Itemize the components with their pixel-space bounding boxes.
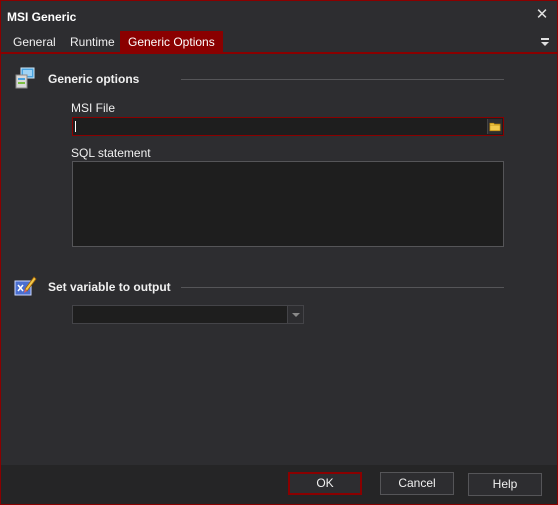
dialog-window: MSI Generic ✕ General Runtime Generic Op… <box>0 0 558 505</box>
close-icon[interactable]: ✕ <box>533 6 551 24</box>
dialog-footer: OK Cancel Help <box>1 465 557 504</box>
sql-statement-textarea[interactable] <box>72 161 504 247</box>
sql-statement-label: SQL statement <box>71 146 151 160</box>
title-bar: MSI Generic ✕ <box>1 1 557 31</box>
chevron-down-icon[interactable] <box>287 306 303 323</box>
output-variable-dropdown[interactable] <box>72 305 304 324</box>
tab-runtime[interactable]: Runtime <box>62 31 123 54</box>
msi-package-icon <box>15 67 35 89</box>
text-caret <box>75 121 76 132</box>
msi-file-input[interactable] <box>72 117 504 136</box>
set-variable-heading: Set variable to output <box>48 280 171 294</box>
tab-bar: General Runtime Generic Options <box>1 31 557 54</box>
dropdown-menu-icon[interactable] <box>539 36 551 48</box>
ok-button[interactable]: OK <box>288 472 362 495</box>
tab-generic-options[interactable]: Generic Options <box>120 31 223 54</box>
window-title: MSI Generic <box>7 10 77 24</box>
tab-general[interactable]: General <box>5 31 64 54</box>
generic-options-heading: Generic options <box>48 72 140 86</box>
folder-icon[interactable] <box>487 119 502 134</box>
variable-pencil-icon <box>14 276 37 296</box>
help-button[interactable]: Help <box>468 473 542 496</box>
cancel-button[interactable]: Cancel <box>380 472 454 495</box>
section-divider <box>181 79 504 80</box>
msi-file-label: MSI File <box>71 101 116 115</box>
section-divider <box>181 287 504 288</box>
